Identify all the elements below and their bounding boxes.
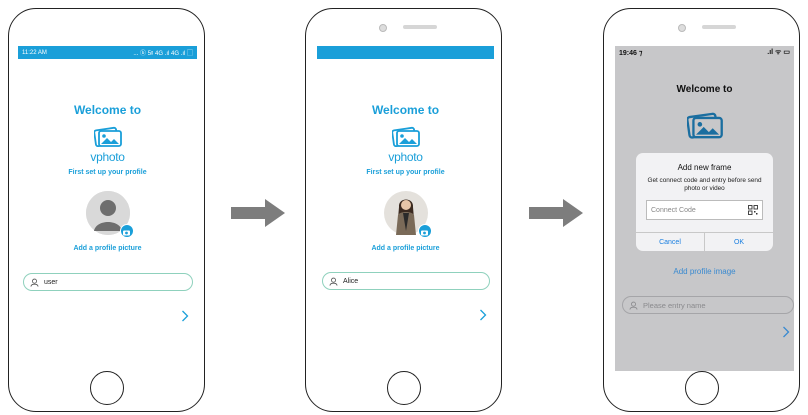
name-placeholder: Please entry name	[643, 300, 706, 310]
status-bar	[317, 46, 494, 59]
photo-logo-icon	[391, 126, 420, 147]
name-input[interactable]: Alice	[322, 272, 490, 290]
dialog-title: Add new frame	[677, 163, 732, 172]
connect-code-input[interactable]: Connect Code	[646, 200, 763, 220]
dialog-message: Get connect code and entry before send p…	[647, 177, 762, 192]
status-icons: .ıl ᯤ ▭	[767, 49, 790, 56]
name-input[interactable]: Please entry name	[622, 296, 794, 314]
brand-name: vphoto	[90, 150, 125, 164]
phone-frame-3: 19:46 ⁊ .ıl ᯤ ▭ Welcome to Add new frame…	[603, 8, 800, 412]
screen-android-2: Welcome to vphoto First set up your prof…	[317, 46, 494, 371]
brand-name: vphoto	[388, 150, 423, 164]
ok-button[interactable]: OK	[704, 233, 773, 251]
speaker-grille	[702, 25, 736, 29]
welcome-title: Welcome to	[371, 103, 440, 117]
avatar-photo[interactable]	[383, 191, 432, 238]
home-button	[386, 371, 421, 405]
front-camera	[379, 24, 387, 32]
home-button	[89, 371, 124, 405]
camera-icon[interactable]	[417, 224, 432, 238]
add-profile-image-link[interactable]: Add profile image	[615, 267, 794, 276]
screen-ios: 19:46 ⁊ .ıl ᯤ ▭ Welcome to Add new frame…	[615, 46, 794, 371]
setup-subtitle: First set up your profile	[366, 169, 445, 176]
chevron-right-icon[interactable]	[181, 310, 189, 322]
phone-frame-2: Welcome to vphoto First set up your prof…	[305, 8, 502, 412]
name-value: Alice	[343, 277, 359, 285]
chevron-right-icon[interactable]	[479, 309, 487, 321]
status-bar: 19:46 ⁊ .ıl ᯤ ▭	[615, 46, 794, 59]
cancel-button[interactable]: Cancel	[636, 233, 704, 251]
welcome-title: Welcome to	[676, 84, 733, 95]
arrow-right-icon	[231, 199, 285, 227]
status-time: 11:22 AM	[22, 49, 47, 56]
add-picture-label[interactable]: Add a profile picture	[317, 245, 494, 252]
name-input[interactable]: user	[23, 273, 193, 291]
photo-logo-icon	[686, 112, 723, 139]
add-picture-label[interactable]: Add a profile picture	[18, 245, 197, 252]
dialog-buttons: Cancel OK	[636, 232, 773, 251]
screen-android: 11:22 AM ... ⓑ 5ᵍ 4G .ıl 4G .ıl ▢ Welcom…	[18, 46, 197, 371]
camera-icon[interactable]	[119, 224, 134, 238]
connect-code-placeholder: Connect Code	[651, 206, 696, 214]
welcome-title: Welcome to	[73, 103, 142, 117]
speaker-grille	[403, 25, 437, 29]
user-icon	[329, 277, 338, 286]
status-time: 19:46 ⁊	[619, 49, 643, 57]
user-icon	[629, 301, 638, 310]
status-icons: ... ⓑ 5ᵍ 4G .ıl 4G .ıl ▢	[133, 51, 193, 57]
arrow-right-icon	[529, 199, 583, 227]
qr-code-icon[interactable]	[748, 205, 758, 215]
photo-logo-icon	[93, 126, 122, 147]
chevron-right-icon[interactable]	[782, 326, 790, 338]
status-bar: 11:22 AM ... ⓑ 5ᵍ 4G .ıl 4G .ıl ▢	[18, 46, 197, 59]
phone-frame-1: 11:22 AM ... ⓑ 5ᵍ 4G .ıl 4G .ıl ▢ Welcom…	[8, 8, 205, 412]
add-frame-dialog: Add new frame Get connect code and entry…	[636, 153, 773, 251]
setup-subtitle: First set up your profile	[68, 169, 147, 176]
home-button	[684, 371, 719, 405]
avatar-placeholder[interactable]	[85, 191, 134, 238]
front-camera	[678, 24, 686, 32]
name-value: user	[44, 278, 58, 286]
user-icon	[30, 278, 39, 287]
